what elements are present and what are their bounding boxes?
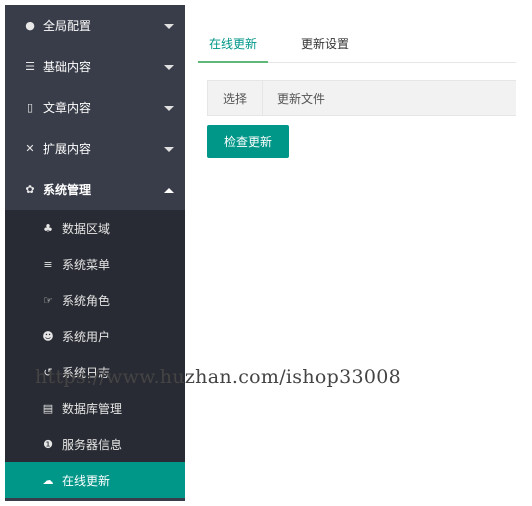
check-update-button[interactable]: 检查更新 <box>207 125 289 158</box>
nav-basic-content[interactable]: ☰ 基础内容 <box>5 46 185 87</box>
chevron-up-icon <box>164 187 174 193</box>
sidebar-item-label: 在线更新 <box>62 473 111 488</box>
sidebar: ● 全局配置 ☰ 基础内容 ▯ 文章内容 ✕ 扩展内容 ✿ 系统管理 ♣ 数据区… <box>5 5 185 501</box>
main-content: 在线更新 更新设置 选择 更新文件 检查更新 <box>198 5 516 501</box>
hand-icon: ☞ <box>43 293 53 307</box>
sidebar-item-database[interactable]: ▤ 数据库管理 <box>5 390 185 426</box>
info-icon: ❶ <box>43 437 53 451</box>
sidebar-item-data-region[interactable]: ♣ 数据区域 <box>5 210 185 246</box>
tab-update-settings[interactable]: 更新设置 <box>301 35 361 63</box>
chevron-down-icon <box>164 146 174 152</box>
chevron-down-icon <box>164 64 174 70</box>
cloud-upload-icon: ☁ <box>42 473 54 487</box>
sidebar-item-label: 系统角色 <box>62 293 111 308</box>
nav-extended-content[interactable]: ✕ 扩展内容 <box>5 128 185 169</box>
gear-icon: ✿ <box>25 183 35 196</box>
settings-circle-icon: ● <box>25 19 35 32</box>
sliders-icon: ☰ <box>25 60 35 73</box>
nav-label: 基础内容 <box>43 60 92 74</box>
sidebar-item-label: 数据库管理 <box>62 401 123 416</box>
expand-icon: ✕ <box>25 142 35 155</box>
sidebar-item-label: 系统菜单 <box>62 257 111 272</box>
sitemap-icon: ♣ <box>43 221 53 235</box>
column-header-update-file: 更新文件 <box>277 91 326 106</box>
update-files-table: 选择 更新文件 <box>207 80 516 116</box>
sidebar-item-label: 系统用户 <box>62 329 111 344</box>
sidebar-item-online-update[interactable]: ☁ 在线更新 <box>5 462 185 498</box>
system-submenu: ♣ 数据区域 ≡ 系统菜单 ☞ 系统角色 ☻ 系统用户 ↺ 系统日志 ▤ 数据库… <box>5 210 185 498</box>
sidebar-item-label: 系统日志 <box>62 365 111 380</box>
tab-online-update[interactable]: 在线更新 <box>198 35 268 63</box>
sidebar-item-label: 服务器信息 <box>62 437 123 452</box>
menu-icon: ≡ <box>43 257 53 271</box>
nav-label: 全局配置 <box>43 19 92 33</box>
nav-global-config[interactable]: ● 全局配置 <box>5 5 185 46</box>
sidebar-item-label: 数据区域 <box>62 221 111 236</box>
nav-system-management[interactable]: ✿ 系统管理 <box>5 169 185 210</box>
document-icon: ▯ <box>26 101 34 114</box>
chevron-down-icon <box>164 105 174 111</box>
sidebar-item-system-user[interactable]: ☻ 系统用户 <box>5 318 185 354</box>
nav-article-content[interactable]: ▯ 文章内容 <box>5 87 185 128</box>
history-icon: ↺ <box>43 365 53 379</box>
sidebar-item-system-role[interactable]: ☞ 系统角色 <box>5 282 185 318</box>
sidebar-item-system-menu[interactable]: ≡ 系统菜单 <box>5 246 185 282</box>
database-icon: ▤ <box>42 401 54 415</box>
chevron-down-icon <box>164 23 174 29</box>
sidebar-item-server-info[interactable]: ❶ 服务器信息 <box>5 426 185 462</box>
nav-label: 系统管理 <box>43 183 92 197</box>
sidebar-item-system-log[interactable]: ↺ 系统日志 <box>5 354 185 390</box>
column-header-select: 选择 <box>208 81 263 115</box>
tab-bar: 在线更新 更新设置 <box>198 5 516 63</box>
nav-label: 文章内容 <box>43 101 92 115</box>
nav-label: 扩展内容 <box>43 142 92 156</box>
users-icon: ☻ <box>42 329 54 343</box>
